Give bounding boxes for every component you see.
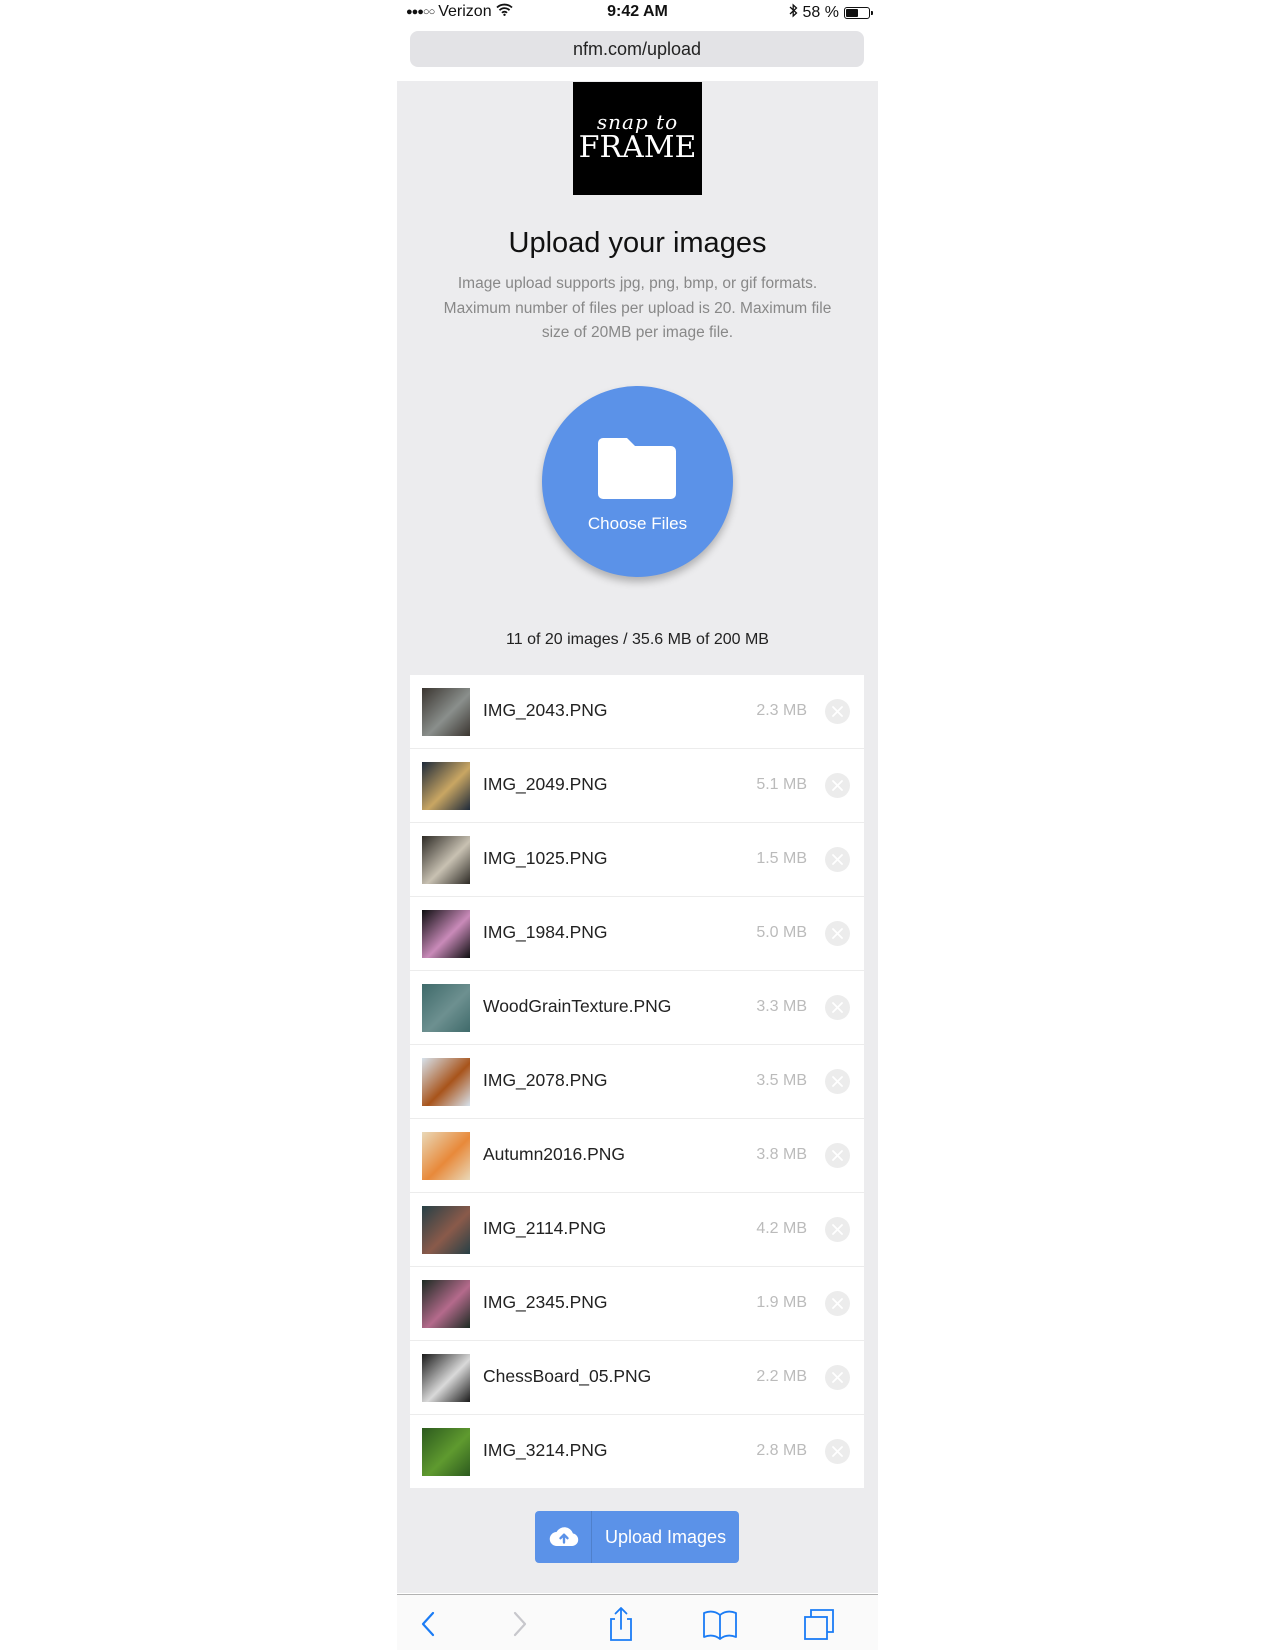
close-circle-icon[interactable] [825,1439,850,1464]
snap-to-frame-logo: snap to FRAME [573,82,702,195]
close-circle-icon[interactable] [825,699,850,724]
logo-line-2: FRAME [578,130,697,165]
file-row: IMG_2043.PNG 2.3 MB [410,675,864,749]
file-name: IMG_3214.PNG [483,1440,608,1460]
upload-summary: 11 of 20 images / 35.6 MB of 200 MB [506,631,769,648]
file-size: 3.3 MB [756,998,807,1015]
file-thumbnail [422,1132,470,1180]
file-size: 3.5 MB [756,1072,807,1089]
file-name: WoodGrainTexture.PNG [483,996,672,1016]
file-thumbnail [422,910,470,958]
file-thumbnail [422,1428,470,1476]
battery-percent: 58 % [802,4,839,21]
file-row: IMG_2345.PNG 1.9 MB [410,1267,864,1341]
address-bar[interactable]: nfm.com/upload [410,31,864,67]
close-circle-icon[interactable] [825,1217,850,1242]
file-size: 4.2 MB [756,1220,807,1237]
close-circle-icon[interactable] [825,1143,850,1168]
file-size: 2.3 MB [756,702,807,719]
file-row: IMG_2078.PNG 3.5 MB [410,1045,864,1119]
file-thumbnail [422,688,470,736]
close-circle-icon[interactable] [825,773,850,798]
close-circle-icon[interactable] [825,1365,850,1390]
battery-icon [844,7,873,19]
close-circle-icon[interactable] [825,921,850,946]
upload-images-label: Upload Images [605,1527,727,1547]
file-list: IMG_2043.PNG 2.3 MB IMG_2049.PNG 5.1 MB IMG_… [410,675,864,1488]
file-thumbnail [422,762,470,810]
bluetooth-icon [789,3,798,23]
browser-toolbar [397,1594,878,1650]
file-thumbnail [422,1206,470,1254]
file-size: 2.2 MB [756,1368,807,1385]
file-size: 1.5 MB [756,850,807,867]
bookmarks-icon[interactable] [702,1606,738,1642]
file-name: IMG_2049.PNG [483,774,608,794]
phone-screen: ●●●○○ Verizon 9:42 AM 58 % nfm.com/uploa… [397,0,878,1650]
file-row: WoodGrainTexture.PNG 3.3 MB [410,971,864,1045]
file-size: 3.8 MB [756,1146,807,1163]
file-row: Autumn2016.PNG 3.8 MB [410,1119,864,1193]
choose-files-label: Choose Files [587,514,688,533]
file-name: IMG_2078.PNG [483,1070,608,1090]
file-thumbnail [422,836,470,884]
folder-icon [597,434,677,505]
choose-files-button[interactable]: Choose Files [542,386,733,577]
status-bar: ●●●○○ Verizon 9:42 AM 58 % [397,0,878,28]
page-content: snap to FRAME Upload your images Image u… [397,81,878,1593]
cloud-upload-icon [535,1511,592,1563]
close-circle-icon[interactable] [825,995,850,1020]
close-circle-icon[interactable] [825,1291,850,1316]
file-thumbnail [422,1280,470,1328]
close-circle-icon[interactable] [825,1069,850,1094]
file-name: IMG_1984.PNG [483,922,608,942]
upload-images-button[interactable]: Upload Images [535,1511,739,1563]
file-thumbnail [422,984,470,1032]
file-thumbnail [422,1058,470,1106]
file-size: 1.9 MB [756,1294,807,1311]
close-circle-icon[interactable] [825,847,850,872]
file-size: 2.8 MB [756,1442,807,1459]
file-size: 5.0 MB [756,924,807,941]
file-row: IMG_1984.PNG 5.0 MB [410,897,864,971]
forward-arrow-icon[interactable] [501,1606,537,1642]
tabs-icon[interactable] [801,1606,837,1642]
file-row: IMG_2049.PNG 5.1 MB [410,749,864,823]
battery-level [846,9,858,17]
upload-instructions: Image upload supports jpg, png, bmp, or … [443,275,832,341]
file-name: IMG_2114.PNG [483,1218,607,1238]
file-row: IMG_3214.PNG 2.8 MB [410,1415,864,1488]
share-icon[interactable] [603,1606,639,1642]
file-name: IMG_1025.PNG [483,848,608,868]
file-thumbnail [422,1354,470,1402]
file-size: 5.1 MB [756,776,807,793]
file-row: IMG_1025.PNG 1.5 MB [410,823,864,897]
page-title: Upload your images [508,227,767,259]
file-name: Autumn2016.PNG [483,1144,626,1164]
file-name: ChessBoard_05.PNG [483,1366,652,1386]
file-name: IMG_2043.PNG [483,700,608,720]
file-name: IMG_2345.PNG [483,1292,608,1312]
back-arrow-icon[interactable] [411,1606,447,1642]
file-row: ChessBoard_05.PNG 2.2 MB [410,1341,864,1415]
file-row: IMG_2114.PNG 4.2 MB [410,1193,864,1267]
